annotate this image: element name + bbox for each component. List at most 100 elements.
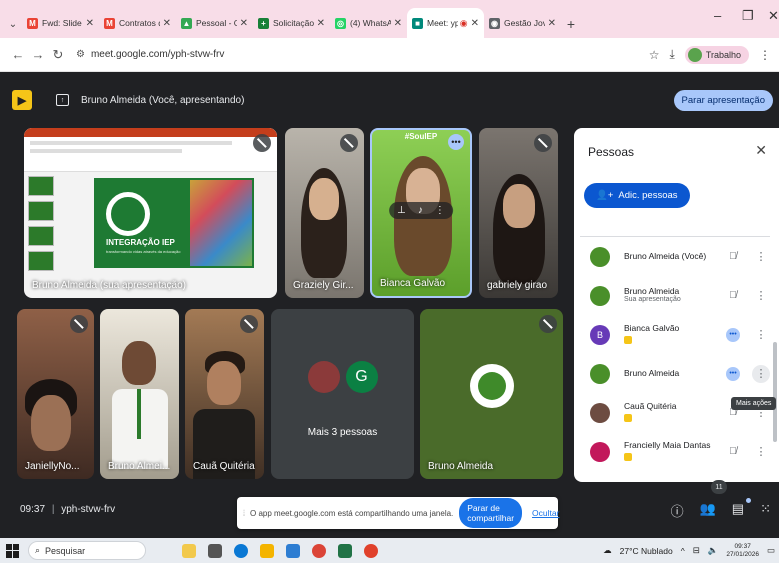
store-icon[interactable]: [286, 543, 300, 558]
task-view-icon[interactable]: [208, 543, 222, 558]
taskbar-clock[interactable]: 09:37 27/01/2026: [726, 543, 759, 559]
url-field[interactable]: ⚙ meet.google.com/yph-stvw-frv: [76, 49, 649, 60]
browser-menu-icon[interactable]: ⋮: [759, 48, 771, 62]
list-item[interactable]: B Bianca Galvão ••• ⋮: [580, 315, 770, 354]
speaking-indicator-icon: •••: [726, 366, 740, 381]
forward-icon[interactable]: →: [28, 47, 48, 62]
sheets-icon: +: [258, 17, 269, 29]
site-settings-icon[interactable]: ⚙: [76, 49, 85, 60]
widgets-icon[interactable]: [182, 543, 196, 558]
participant-tile[interactable]: Bruno Almei...: [100, 309, 179, 479]
restore-icon[interactable]: ❐: [742, 8, 754, 24]
browser-tab[interactable]: ◎ (4) WhatsApp Bu ✕: [330, 8, 407, 38]
chrome-icon[interactable]: [312, 543, 326, 558]
participant-count-badge: 11: [711, 480, 727, 494]
participant-tile[interactable]: Cauã Quitéria: [185, 309, 264, 479]
browser-tab[interactable]: M Fwd: Slide de Im ✕: [22, 8, 99, 38]
people-icon[interactable]: 👥: [700, 501, 716, 520]
present-screen-icon: ↑: [56, 94, 69, 106]
notification-icon[interactable]: ▭: [767, 545, 775, 556]
mic-off-icon: [253, 134, 271, 152]
panel-scrollbar[interactable]: [773, 342, 777, 442]
more-vert-icon[interactable]: ⋮: [752, 445, 770, 458]
excel-icon[interactable]: [338, 543, 352, 558]
close-window-icon[interactable]: ✕: [768, 8, 779, 24]
browser-tab[interactable]: ▲ Pessoal - Googl ✕: [176, 8, 253, 38]
more-vert-icon[interactable]: ⋮: [752, 364, 770, 383]
participant-name: Bruno Almeida (Você): [624, 251, 707, 262]
avatar: [590, 285, 610, 306]
chat-icon[interactable]: ▤: [732, 501, 744, 520]
presenter-label: Bruno Almeida (Você, apresentando): [81, 94, 245, 106]
close-icon[interactable]: ✕: [471, 18, 479, 29]
more-options-icon[interactable]: •••: [448, 134, 464, 150]
more-vert-icon[interactable]: ⋮: [752, 328, 770, 341]
close-icon[interactable]: ✕: [240, 18, 248, 29]
more-vert-icon[interactable]: ⋮: [435, 205, 445, 216]
browser-tab[interactable]: M Contratos de Ap ✕: [99, 8, 176, 38]
list-item[interactable]: Francielly Maia Dantas 🎙̸ ⋮: [580, 432, 770, 471]
participant-tile[interactable]: Graziely Gir...: [285, 128, 364, 298]
stop-presenting-button[interactable]: Parar apresentação: [673, 89, 773, 111]
volume-icon[interactable]: 🔈: [708, 545, 719, 556]
participant-tile[interactable]: gabriely girao: [479, 128, 558, 298]
participant-name: Cauã Quitéria: [624, 401, 677, 412]
edge-icon[interactable]: [234, 543, 248, 558]
close-icon[interactable]: ✕: [317, 18, 325, 29]
browser-tab-active[interactable]: ■ Meet: yph-st ◉ ✕: [407, 8, 484, 38]
presentation-tile[interactable]: INTEGRAÇÃO IEP transformando vidas atrav…: [24, 128, 277, 298]
list-item[interactable]: Bruno Almeida ••• ⋮: [580, 354, 770, 393]
slide-thumbnails: [28, 176, 54, 276]
app-icon[interactable]: [364, 543, 378, 558]
weather-icon[interactable]: ☁: [603, 545, 612, 556]
participant-tile[interactable]: JaniellyNo...: [17, 309, 94, 479]
slide-title: INTEGRAÇÃO IEP: [106, 238, 175, 247]
file-explorer-icon[interactable]: [260, 543, 274, 558]
bookmark-star-icon[interactable]: ☆: [649, 48, 660, 62]
meet-icon: ■: [412, 17, 423, 29]
close-icon[interactable]: ✕: [394, 18, 402, 29]
pin-icon[interactable]: ⊥: [397, 205, 406, 216]
more-vert-icon[interactable]: ⋮: [752, 289, 770, 302]
mic-icon[interactable]: ♪: [418, 205, 423, 216]
browser-tab[interactable]: ◉ Gestão Jovem A ✕: [484, 8, 561, 38]
add-people-button[interactable]: 👤+ Adic. pessoas: [584, 183, 690, 208]
tile-name: Bruno Almeida: [428, 461, 494, 472]
more-actions-tooltip: Mais ações: [731, 397, 777, 410]
list-item[interactable]: Bruno Almeida (Você) 🎙̸ ⋮: [580, 237, 770, 276]
clock-time: 09:37: [734, 542, 751, 550]
tile-name: gabriely girao: [487, 280, 548, 291]
list-item[interactable]: Bruno Almeida Sua apresentação 🎙̸ ⋮: [580, 276, 770, 315]
windows-start-icon[interactable]: [6, 543, 20, 558]
drag-handle-icon[interactable]: ⦙: [243, 508, 245, 519]
activities-icon[interactable]: ⁙: [760, 501, 771, 520]
presenting-bar: ▶ ↑ Bruno Almeida (Você, apresentando) P…: [12, 86, 773, 114]
tray-chevron-icon[interactable]: ^: [681, 546, 685, 556]
profile-button[interactable]: Trabalho: [684, 45, 749, 64]
participant-tile-speaking[interactable]: #SoulEP ••• ⊥ ♪ ⋮ Bianca Galvão: [370, 128, 472, 298]
guest-badge-icon: [624, 413, 632, 422]
close-icon[interactable]: ✕: [548, 18, 556, 29]
weather-text[interactable]: 27°C Nublado: [620, 546, 673, 556]
reload-icon[interactable]: ↻: [48, 47, 68, 63]
hide-notice-link[interactable]: Ocultar: [532, 508, 559, 518]
info-icon[interactable]: ⓘ: [671, 501, 684, 520]
close-icon[interactable]: ✕: [86, 18, 94, 29]
back-icon[interactable]: ←: [8, 47, 28, 62]
stop-sharing-button[interactable]: Parar de compartilhar: [459, 498, 523, 528]
minimize-icon[interactable]: –: [714, 8, 721, 23]
tab-search-icon[interactable]: ⌄: [4, 10, 22, 38]
taskbar-search[interactable]: ⌕ Pesquisar: [28, 541, 146, 560]
network-icon[interactable]: ⊟: [693, 545, 700, 556]
download-icon[interactable]: ⤓: [670, 47, 675, 62]
close-icon[interactable]: ✕: [163, 18, 171, 29]
more-vert-icon[interactable]: ⋮: [752, 250, 770, 263]
new-tab-button[interactable]: +: [561, 10, 581, 38]
more-people-tile[interactable]: G Mais 3 pessoas: [271, 309, 414, 479]
close-icon[interactable]: ✕: [755, 142, 767, 159]
avatar: [590, 246, 610, 267]
slide-subtitle: transformando vidas através da educação: [106, 249, 181, 254]
speaking-indicator-icon: •••: [726, 327, 740, 342]
participant-tile[interactable]: Bruno Almeida: [420, 309, 563, 479]
browser-tab[interactable]: + Solicitação ao Se ✕: [253, 8, 330, 38]
